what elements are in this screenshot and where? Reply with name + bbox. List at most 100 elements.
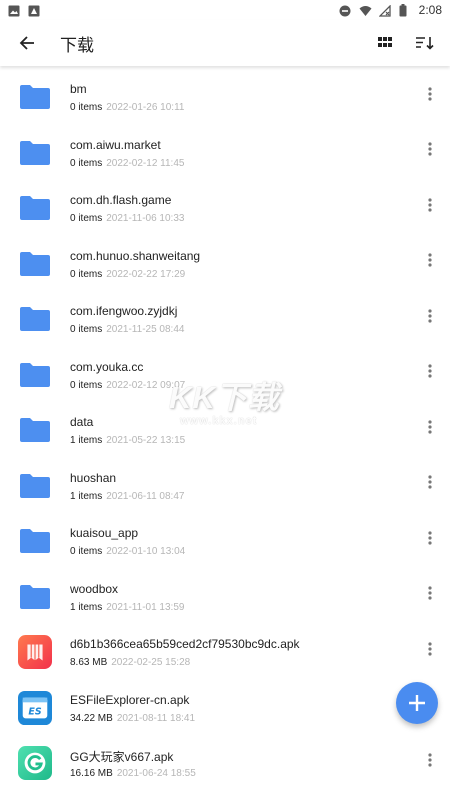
folder-icon <box>18 302 52 336</box>
item-count: 1 items <box>70 601 103 613</box>
folder-row[interactable]: com.aiwu.market 0 items 2022-02-12 11:45 <box>0 126 450 182</box>
more-options-button[interactable] <box>422 475 438 495</box>
folder-icon <box>18 247 52 281</box>
modified-date: 2021-11-01 13:59 <box>106 601 185 613</box>
apk-file-row[interactable]: GG大玩家v667.apk 16.16 MB 2021-06-24 18:55 <box>0 736 450 792</box>
more-options-button[interactable] <box>422 308 438 328</box>
folder-row[interactable]: com.hunuo.shanweitang 0 items 2022-02-22 1… <box>0 237 450 293</box>
grid-icon <box>378 37 392 47</box>
file-meta: 1 items 2021-06-11 08:47 <box>70 491 184 502</box>
app-bar: 下载 <box>0 20 450 66</box>
more-options-button[interactable] <box>422 86 438 106</box>
folder-row[interactable]: huoshan 1 items 2021-06-11 08:47 <box>0 459 450 515</box>
clock: 2:08 <box>418 3 442 17</box>
more-options-button[interactable] <box>422 641 438 661</box>
item-count: 0 items <box>70 379 103 391</box>
file-meta: 0 items 2022-02-12 11:45 <box>70 158 184 169</box>
file-name: d6b1b366cea65b59ced2cf79530bc9dc.apk <box>70 637 300 651</box>
app-notification-icon <box>28 4 40 17</box>
more-options-button[interactable] <box>422 586 438 606</box>
more-options-button[interactable] <box>422 419 438 439</box>
item-count: 0 items <box>70 268 103 280</box>
modified-date: 2021-06-11 08:47 <box>106 490 185 502</box>
more-vert-icon <box>428 530 432 550</box>
apk-file-row[interactable]: ES ESFileExplorer-cn.apk 34.22 MB 2021-08-1… <box>0 681 450 737</box>
add-fab-button[interactable] <box>396 682 438 724</box>
more-options-button[interactable] <box>422 142 438 162</box>
folder-icon <box>18 191 52 225</box>
file-name: kuaisou_app <box>70 526 139 540</box>
file-name: com.aiwu.market <box>70 137 161 152</box>
file-meta: 1 items 2021-05-22 13:15 <box>70 435 185 446</box>
folder-icon <box>18 136 52 170</box>
more-vert-icon <box>428 364 432 383</box>
more-vert-icon <box>428 641 432 661</box>
file-size: 8.63 MB <box>70 657 108 668</box>
apk-app-icon <box>18 746 52 780</box>
more-vert-icon <box>428 197 432 217</box>
folder-row[interactable]: com.youka.cc 0 items 2022-02-12 09:07 <box>0 348 450 404</box>
no-signal-icon <box>378 4 391 17</box>
more-vert-icon <box>428 475 432 494</box>
folder-row[interactable]: com.dh.flash.game 0 items 2021-11-06 10:33 <box>0 181 450 237</box>
file-name: ESFileExplorer-cn.apk <box>70 692 190 707</box>
folder-row[interactable]: data 1 items 2021-05-22 13:15 <box>0 403 450 459</box>
wifi-icon <box>359 4 372 16</box>
page-title: 下载 <box>60 35 94 55</box>
file-meta: 0 items 2022-02-22 17:29 <box>70 269 185 280</box>
file-meta: 0 items 2022-01-10 13:04 <box>70 546 185 557</box>
gallery-notification-icon <box>8 4 20 17</box>
modified-date: 2022-01-26 10:11 <box>106 102 185 113</box>
apk-app-icon: ES <box>18 690 52 725</box>
more-options-button[interactable] <box>422 253 438 273</box>
back-button[interactable] <box>17 33 37 53</box>
modified-date: 2021-06-24 18:55 <box>116 768 196 779</box>
plus-icon <box>409 695 425 711</box>
arrow-left-icon <box>19 36 34 50</box>
more-vert-icon <box>428 253 432 272</box>
file-name: huoshan <box>70 470 117 485</box>
file-name: bm <box>70 82 87 96</box>
folder-row[interactable]: com.ifengwoo.zyjdkj 0 items 2021-11-25 08:… <box>0 292 450 348</box>
sort-icon <box>416 37 434 50</box>
item-count: 0 items <box>70 324 103 335</box>
folder-row[interactable]: woodbox 1 items 2021-11-01 13:59 <box>0 570 450 626</box>
folder-icon <box>18 80 52 114</box>
folder-icon <box>18 524 52 558</box>
file-size: 34.22 MB <box>70 712 113 724</box>
more-options-button[interactable] <box>422 752 438 772</box>
more-vert-icon <box>428 586 432 605</box>
modified-date: 2022-02-25 15:28 <box>111 657 191 668</box>
battery-icon <box>399 4 411 17</box>
file-meta: 0 items 2022-01-26 10:11 <box>70 102 184 113</box>
modified-date: 2022-01-10 13:04 <box>106 546 186 557</box>
file-meta: 0 items 2022-02-12 09:07 <box>70 380 185 391</box>
modified-date: 2021-08-11 18:41 <box>116 712 196 724</box>
more-options-button[interactable] <box>422 364 438 384</box>
folder-icon <box>18 469 52 503</box>
folder-row[interactable]: bm 0 items 2022-01-26 10:11 <box>0 70 450 126</box>
grid-view-button[interactable] <box>374 32 396 54</box>
more-vert-icon <box>428 419 432 439</box>
file-name: woodbox <box>70 581 119 596</box>
status-bar: 2:08 <box>0 0 450 20</box>
more-options-button[interactable] <box>422 197 438 217</box>
file-meta: 1 items 2021-11-01 13:59 <box>70 602 184 613</box>
more-options-button[interactable] <box>422 530 438 550</box>
more-vert-icon <box>428 86 432 106</box>
apk-file-row[interactable]: d6b1b366cea65b59ced2cf79530bc9dc.apk 8.63… <box>0 625 450 681</box>
file-name: com.ifengwoo.zyjdkj <box>70 304 178 318</box>
modified-date: 2022-02-12 11:45 <box>106 157 185 169</box>
item-count: 1 items <box>70 490 103 502</box>
folder-icon <box>18 358 52 392</box>
folder-row[interactable]: kuaisou_app 0 items 2022-01-10 13:04 <box>0 514 450 570</box>
file-name: GG大玩家v667.apk <box>70 750 174 764</box>
modified-date: 2021-11-25 08:44 <box>106 324 185 335</box>
file-meta: 0 items 2021-11-25 08:44 <box>70 324 184 335</box>
folder-icon <box>18 580 52 614</box>
modified-date: 2022-02-12 09:07 <box>106 379 186 391</box>
sort-button[interactable] <box>414 32 436 54</box>
modified-date: 2021-11-06 10:33 <box>106 213 185 224</box>
item-count: 1 items <box>70 435 103 446</box>
file-name: com.dh.flash.game <box>70 193 172 207</box>
